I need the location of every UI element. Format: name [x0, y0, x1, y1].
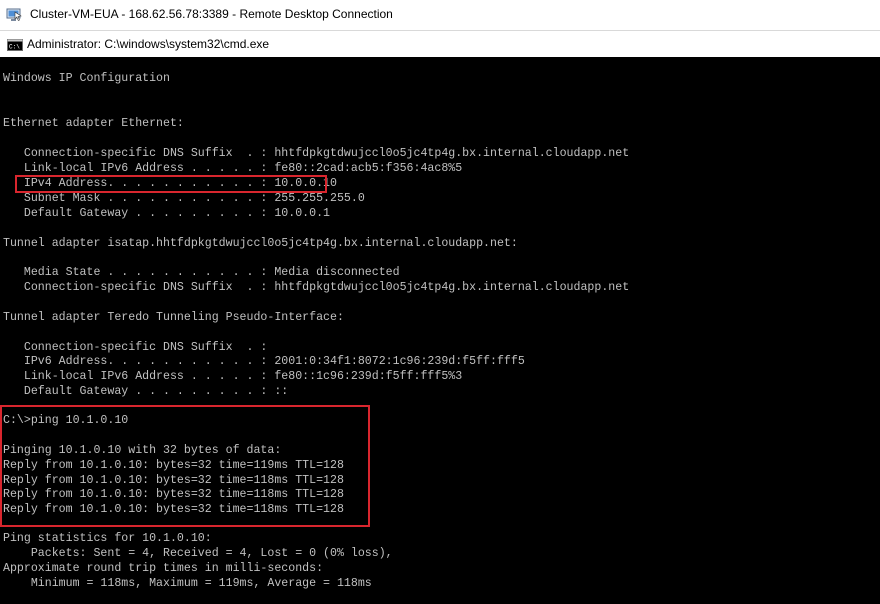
console-line: Packets: Sent = 4, Received = 4, Lost = … [3, 547, 393, 560]
remote-desktop-icon [6, 7, 22, 23]
console-line: Default Gateway . . . . . . . . . : 10.0… [3, 207, 330, 220]
console-line: Minimum = 118ms, Maximum = 119ms, Averag… [3, 577, 372, 590]
console-line: Media State . . . . . . . . . . . : Medi… [3, 266, 400, 279]
console-line: Approximate round trip times in milli-se… [3, 562, 324, 575]
ping-highlight-box [0, 405, 370, 527]
console-line: Connection-specific DNS Suffix . : [3, 341, 268, 354]
console-line: Link-local IPv6 Address . . . . . : fe80… [3, 370, 463, 383]
console-line: Link-local IPv6 Address . . . . . : fe80… [3, 162, 463, 175]
rdp-window-title: Cluster-VM-EUA - 168.62.56.78:3389 - Rem… [30, 7, 393, 21]
console-output[interactable]: Windows IP Configuration Ethernet adapte… [0, 57, 880, 604]
console-line: IPv6 Address. . . . . . . . . . . : 2001… [3, 355, 525, 368]
cmd-titlebar[interactable]: C:\ Administrator: C:\windows\system32\c… [0, 30, 880, 57]
console-line: Tunnel adapter Teredo Tunneling Pseudo-I… [3, 311, 344, 324]
console-line: Ethernet adapter Ethernet: [3, 117, 184, 130]
cmd-window-title: Administrator: C:\windows\system32\cmd.e… [27, 37, 270, 51]
command-prompt-icon: C:\ [7, 38, 23, 51]
console-line: Connection-specific DNS Suffix . : hhtfd… [3, 281, 630, 294]
console-line: Subnet Mask . . . . . . . . . . . : 255.… [3, 192, 365, 205]
rdp-titlebar[interactable]: Cluster-VM-EUA - 168.62.56.78:3389 - Rem… [0, 0, 880, 30]
console-line: Tunnel adapter isatap.hhtfdpkgtdwujccl0o… [3, 237, 518, 250]
console-line: Ping statistics for 10.1.0.10: [3, 532, 212, 545]
svg-text:C:\: C:\ [9, 44, 20, 51]
ipv4-highlight-box [15, 175, 327, 193]
console-line: Windows IP Configuration [3, 72, 170, 85]
console-line: Connection-specific DNS Suffix . : hhtfd… [3, 147, 630, 160]
console-line: Default Gateway . . . . . . . . . : :: [3, 385, 289, 398]
